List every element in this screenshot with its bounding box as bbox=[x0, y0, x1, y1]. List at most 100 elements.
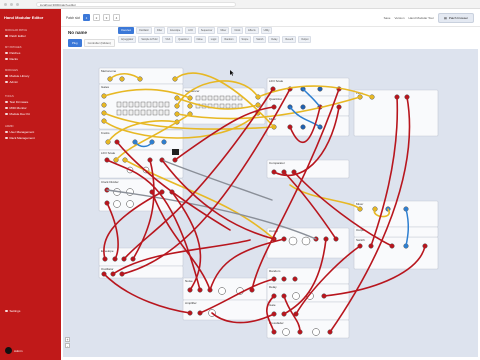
module-amplifier[interactable]: Amplifier bbox=[182, 299, 268, 321]
topbar: Patch slot 1 2 3 4 Save Version Hand Mod… bbox=[61, 9, 480, 27]
jack bbox=[101, 102, 107, 108]
module-tab-utility[interactable]: Utility bbox=[260, 27, 273, 34]
module-tab-effects[interactable]: Effects bbox=[245, 27, 259, 34]
topbar-actions: Save Version Hand Modular Tour ▤ Patch b… bbox=[384, 13, 474, 23]
mouse-cursor-icon bbox=[230, 70, 234, 76]
module-tab-oscillator[interactable]: Oscillator bbox=[135, 27, 152, 34]
jack bbox=[119, 76, 125, 82]
module-tab-vca[interactable]: VCA bbox=[162, 36, 174, 43]
module-tab-random[interactable]: Random bbox=[221, 36, 237, 43]
module-title: Envelope bbox=[101, 249, 114, 253]
module-tab-output[interactable]: Output bbox=[298, 36, 312, 43]
address-bar[interactable]: localhost:3000/patch-editor bbox=[36, 2, 236, 7]
sidebar-item-patch-editor[interactable]: Patch Editor bbox=[5, 34, 26, 38]
tour-link[interactable]: Hand Modular Tour bbox=[409, 16, 434, 20]
patch-browser-button[interactable]: ▤ Patch browser bbox=[437, 13, 474, 23]
module-tab-mixer[interactable]: Mixer bbox=[217, 27, 230, 34]
patch-canvas-svg[interactable]: .mod{fill:#f9fafc;stroke:#c3c9d4;stroke-… bbox=[63, 49, 478, 357]
firmware-icon bbox=[5, 100, 8, 104]
save-link[interactable]: Save bbox=[384, 16, 391, 20]
folder-icon: ▤ bbox=[443, 16, 447, 20]
midi-icon bbox=[5, 106, 8, 110]
zoom-out-button[interactable]: - bbox=[65, 343, 70, 348]
module-tab-delay[interactable]: Delay bbox=[268, 36, 281, 43]
tab-controller[interactable]: Controller (hidden) bbox=[83, 39, 115, 47]
module-title: Gate bbox=[269, 303, 276, 307]
module-tab-noise[interactable]: Noise bbox=[193, 36, 206, 43]
sidebar-item-admin[interactable]: Admin bbox=[5, 80, 18, 84]
knob bbox=[301, 236, 311, 246]
module-metronome[interactable]: Metronome bbox=[98, 67, 184, 85]
page-button-1[interactable]: 1 bbox=[83, 14, 90, 21]
module-tab-clock[interactable]: Clock bbox=[231, 27, 244, 34]
app-title: Hand Modular Editor bbox=[4, 15, 44, 20]
module-title: Random bbox=[269, 269, 281, 273]
page-button-4[interactable]: 4 bbox=[113, 14, 120, 21]
sidebar-section-label: MY PATCHES bbox=[5, 46, 22, 49]
module-title: Comparator bbox=[269, 161, 285, 165]
module-tab-reverb[interactable]: Reverb bbox=[282, 36, 297, 43]
sidebar-section-label: MODULAR PATCH bbox=[5, 29, 28, 32]
patch-canvas[interactable]: .mod{fill:#f9fafc;stroke:#c3c9d4;stroke-… bbox=[63, 49, 478, 357]
module-tab-arpeggiator[interactable]: Arpeggiator bbox=[118, 36, 137, 43]
module-knobs[interactable]: Knobs bbox=[98, 129, 184, 151]
module-switch[interactable]: Switch bbox=[353, 236, 439, 270]
module-tab-switch[interactable]: Switch bbox=[253, 36, 267, 43]
module-title: Metronome bbox=[101, 69, 117, 73]
browser-chrome: localhost:3000/patch-editor bbox=[0, 0, 480, 9]
jack bbox=[161, 139, 167, 145]
module-tab-scope[interactable]: Scope bbox=[238, 36, 252, 43]
knob bbox=[126, 188, 134, 196]
module-tab-sample-hold[interactable]: Sample & Hold bbox=[138, 36, 161, 43]
page-button-2[interactable]: 2 bbox=[93, 14, 100, 21]
patch-name[interactable]: No name bbox=[68, 30, 87, 35]
module-tabs-row-1: Overview Oscillator Filter Envelope LFO Seque… bbox=[118, 27, 273, 34]
sidebar-item-user-management[interactable]: User Management bbox=[5, 130, 34, 134]
display bbox=[172, 149, 179, 155]
sidebar-item-racks[interactable]: Racks bbox=[5, 57, 18, 61]
module-tab-overview[interactable]: Overview bbox=[118, 27, 134, 34]
module-title: Knobs bbox=[101, 131, 110, 135]
gear-icon bbox=[5, 309, 8, 313]
admin-icon bbox=[5, 80, 8, 84]
sidebar-item-midi-monitor[interactable]: MIDI Monitor bbox=[5, 106, 27, 110]
module-output[interactable]: Output bbox=[266, 227, 350, 259]
sidebar-item-module-library[interactable]: Module Library bbox=[5, 74, 29, 78]
patches-icon bbox=[5, 51, 8, 55]
sidebar: Hand Modular Editor MODULAR PATCH Patch … bbox=[0, 9, 61, 360]
module-title: Delay bbox=[269, 285, 277, 289]
patch-icon bbox=[5, 34, 8, 38]
knob bbox=[282, 328, 290, 336]
sidebar-item-test-firmware[interactable]: Test Firmware bbox=[5, 100, 28, 104]
version-link[interactable]: Version bbox=[394, 16, 404, 20]
module-gates[interactable]: Gates bbox=[98, 83, 184, 130]
rack-icon bbox=[5, 57, 8, 61]
page-button-3[interactable]: 3 bbox=[103, 14, 110, 21]
window-controls bbox=[4, 3, 19, 6]
jack bbox=[300, 104, 306, 110]
user-name: Admin bbox=[14, 349, 23, 353]
module-tab-sequencer[interactable]: Sequencer bbox=[197, 27, 216, 34]
knob bbox=[292, 292, 300, 300]
zoom-in-button[interactable]: + bbox=[65, 337, 70, 342]
module-tab-quantizer[interactable]: Quantizer bbox=[175, 36, 192, 43]
module-tab-logic[interactable]: Logic bbox=[207, 36, 220, 43]
sidebar-item-rack-management[interactable]: Rack Management bbox=[5, 136, 35, 140]
module-gate[interactable]: Gate bbox=[266, 301, 350, 321]
sidebar-section-label: ADMIN bbox=[5, 125, 14, 128]
avatar[interactable] bbox=[5, 347, 12, 354]
rack-management-icon bbox=[5, 136, 8, 140]
knob bbox=[218, 287, 226, 295]
sidebar-item-module-dev-kit[interactable]: Module Dev Kit bbox=[5, 112, 30, 116]
module-tab-lfo[interactable]: LFO bbox=[185, 27, 196, 34]
module-tab-filter[interactable]: Filter bbox=[153, 27, 166, 34]
tab-plug[interactable]: Plug bbox=[68, 39, 82, 47]
module-tab-envelope[interactable]: Envelope bbox=[167, 27, 184, 34]
module-quantizer[interactable]: Quantizer bbox=[266, 95, 350, 117]
module-random[interactable]: Random bbox=[266, 267, 350, 285]
sidebar-item-patches[interactable]: Patches bbox=[5, 51, 20, 55]
library-icon bbox=[5, 74, 8, 78]
knob bbox=[288, 236, 298, 246]
sidebar-item-settings[interactable]: Settings bbox=[5, 309, 20, 313]
module-title: Switch bbox=[356, 238, 365, 242]
